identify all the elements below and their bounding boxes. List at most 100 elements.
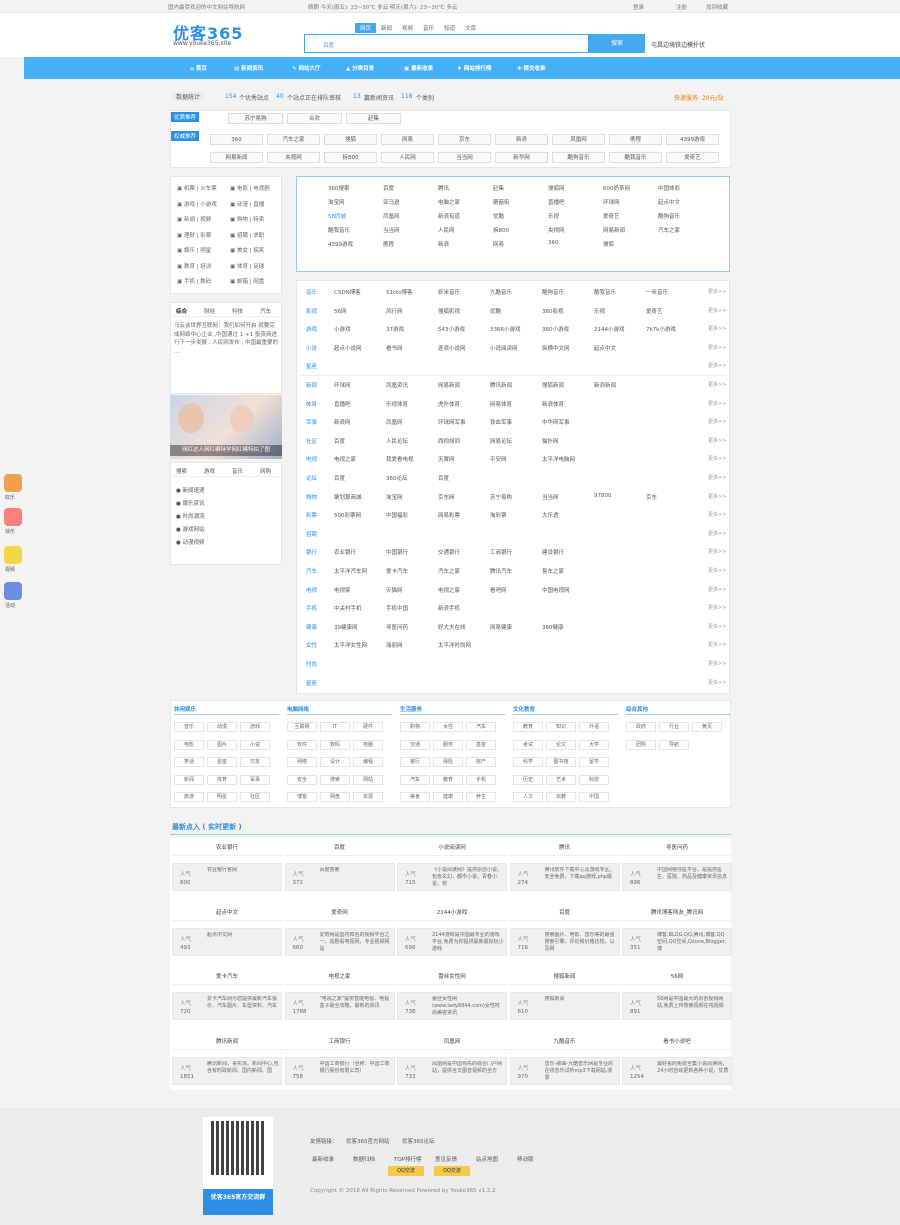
- category-link[interactable]: 京东网: [438, 493, 455, 501]
- latest-card-title[interactable]: 凤凰网: [397, 1037, 507, 1045]
- category-link[interactable]: 51cto博客: [386, 288, 413, 296]
- search-tab[interactable]: 网页: [355, 23, 377, 33]
- category-link[interactable]: 2144小游戏: [594, 325, 625, 333]
- left-category-link[interactable]: ▣ 娱乐 | 明星: [177, 246, 211, 254]
- left-category-link[interactable]: ▣ 招聘 | 求职: [230, 231, 264, 239]
- directory-tag[interactable]: 互联网: [287, 722, 317, 732]
- search-tab[interactable]: 音乐: [418, 23, 439, 33]
- directory-tag[interactable]: 政府: [626, 722, 656, 732]
- left-news-tab[interactable]: 财经: [204, 307, 215, 315]
- directory-tag[interactable]: 房产: [466, 757, 496, 767]
- featured-link[interactable]: 携程: [609, 134, 662, 145]
- category-link[interactable]: 乐视体育: [386, 400, 408, 408]
- category-link[interactable]: 直播吧: [334, 400, 351, 408]
- more-link[interactable]: 更多>>: [708, 493, 726, 500]
- search-button[interactable]: 搜索: [589, 34, 645, 53]
- directory-tag[interactable]: IT: [320, 722, 350, 732]
- left-list-item[interactable]: ● 娱乐资讯: [176, 499, 205, 507]
- left-category-link[interactable]: ▣ 游戏 | 小游戏: [177, 200, 217, 208]
- friend-link[interactable]: 优客365论坛: [402, 1137, 435, 1145]
- directory-tag[interactable]: 新闻: [174, 774, 204, 785]
- category-link[interactable]: 网易健康: [490, 623, 512, 631]
- directory-tag[interactable]: 设计: [320, 757, 350, 767]
- category-name[interactable]: 论坛: [306, 474, 317, 482]
- category-name[interactable]: 社区: [306, 437, 317, 445]
- category-link[interactable]: 我爱看电视: [386, 455, 414, 463]
- category-name[interactable]: 彩票: [306, 511, 317, 519]
- category-name[interactable]: 星座: [306, 679, 317, 687]
- directory-tag[interactable]: 美食: [400, 792, 430, 802]
- directory-tag[interactable]: 艺术: [546, 774, 576, 785]
- directory-tag[interactable]: 明星: [207, 792, 237, 802]
- popular-site-link[interactable]: 搜狐: [603, 240, 614, 248]
- popular-site-link[interactable]: 拆800: [493, 226, 509, 234]
- latest-card[interactable]: 人气 800 农业银行官网: [172, 863, 282, 891]
- category-name[interactable]: 购物: [306, 493, 317, 501]
- popular-site-link[interactable]: 乐视: [548, 212, 559, 220]
- directory-tag[interactable]: 团购: [626, 739, 656, 750]
- more-link[interactable]: 更多>>: [708, 344, 726, 351]
- latest-card[interactable]: 人气 698 2144游戏是中国最专业的游戏平台,免费为你提供最新最好玩小游戏: [397, 927, 507, 956]
- more-link[interactable]: 更多>>: [708, 418, 726, 425]
- category-link[interactable]: 虾米音乐: [438, 288, 460, 296]
- directory-tag[interactable]: 图书馆: [546, 757, 576, 767]
- category-link[interactable]: 中国电视网: [542, 586, 570, 594]
- latest-card[interactable]: 人气 274 腾讯软件下载中心及游戏专区，安全免费，下载qq游戏,php版: [509, 863, 620, 891]
- category-link[interactable]: 37游戏: [386, 325, 404, 333]
- category-link[interactable]: 太平洋汽车网: [334, 567, 367, 575]
- search-tab[interactable]: 知道: [439, 23, 460, 33]
- more-link[interactable]: 更多>>: [708, 530, 726, 537]
- left-list-item[interactable]: ● 游戏网站: [176, 525, 205, 533]
- popular-site-link[interactable]: 凤凰网: [383, 212, 400, 220]
- directory-tag[interactable]: 科技: [579, 774, 609, 785]
- left-category-link[interactable]: ▣ 邮箱 | 网盘: [230, 277, 264, 285]
- category-link[interactable]: 看书网: [386, 344, 403, 352]
- directory-tag[interactable]: 女性: [433, 722, 463, 732]
- category-link[interactable]: 543小游戏: [438, 325, 465, 333]
- latest-card[interactable]: 人气 493 起点中文网: [172, 927, 282, 956]
- directory-tag[interactable]: 行业: [659, 722, 689, 732]
- category-link[interactable]: 360健康: [542, 623, 564, 631]
- directory-tag[interactable]: 手机: [466, 774, 496, 785]
- category-link[interactable]: 寻医问药: [386, 623, 408, 631]
- popular-site-link[interactable]: 直播吧: [548, 198, 565, 206]
- category-link[interactable]: 大乐透: [542, 511, 559, 519]
- directory-tag[interactable]: 编程: [353, 757, 383, 767]
- login-link[interactable]: 登录: [633, 3, 644, 11]
- category-link[interactable]: 网易彩票: [438, 511, 460, 519]
- search-input[interactable]: 百度: [304, 34, 589, 53]
- category-link[interactable]: 小游戏: [334, 325, 351, 333]
- latest-card[interactable]: 人气 1254 最好看的免费全集小说阅读网，24小时自动更新各种小说，优质: [622, 1056, 732, 1085]
- category-link[interactable]: 太平洋女性网: [334, 641, 367, 649]
- latest-card-title[interactable]: 百度: [285, 843, 395, 851]
- category-link[interactable]: 京东: [646, 493, 657, 501]
- popular-site-link[interactable]: 亚马逊: [383, 198, 400, 206]
- category-link[interactable]: 好大夫在线: [438, 623, 466, 631]
- more-link[interactable]: 更多>>: [708, 437, 726, 444]
- directory-tag[interactable]: 知识: [546, 722, 576, 732]
- featured-link[interactable]: 酷狗音乐: [552, 152, 605, 163]
- category-link[interactable]: 农业银行: [334, 548, 356, 556]
- footer-link[interactable]: 意见反馈: [435, 1155, 457, 1163]
- popular-site-link[interactable]: 电脑之家: [438, 198, 460, 206]
- popular-site-link[interactable]: 当当网: [383, 226, 400, 234]
- category-link[interactable]: 百度: [334, 437, 345, 445]
- more-link[interactable]: 更多>>: [708, 623, 726, 630]
- latest-card[interactable]: 人气 1851 腾讯新闻，事实派。新闻中心,包含有时政新闻、国内新闻、国: [172, 1056, 282, 1085]
- latest-card[interactable]: 人气 610 搜狐新闻: [509, 992, 620, 1020]
- popular-site-link[interactable]: 蘑菇街: [493, 198, 510, 206]
- directory-tag[interactable]: 图片: [207, 739, 237, 750]
- category-link[interactable]: 建设银行: [542, 548, 564, 556]
- category-name[interactable]: 游戏: [306, 325, 317, 333]
- directory-tag[interactable]: 军事: [240, 774, 270, 785]
- left-news-tab[interactable]: 汽车: [260, 307, 271, 315]
- category-link[interactable]: 新浪体育: [542, 400, 564, 408]
- category-link[interactable]: 搜狐新闻: [542, 381, 564, 389]
- category-link[interactable]: 爱奇艺: [646, 307, 663, 315]
- category-name[interactable]: 电视: [306, 586, 317, 594]
- latest-card[interactable]: 人气 733 凤凰网是中国领先的综合门户网站，提供含文图音视频的全方: [397, 1056, 507, 1085]
- category-link[interactable]: 当当网: [542, 493, 559, 501]
- nav-item-ranking[interactable]: ♦ 网站排行榜: [457, 64, 491, 72]
- directory-tag[interactable]: 博客: [287, 792, 317, 802]
- category-name[interactable]: 军事: [306, 418, 317, 426]
